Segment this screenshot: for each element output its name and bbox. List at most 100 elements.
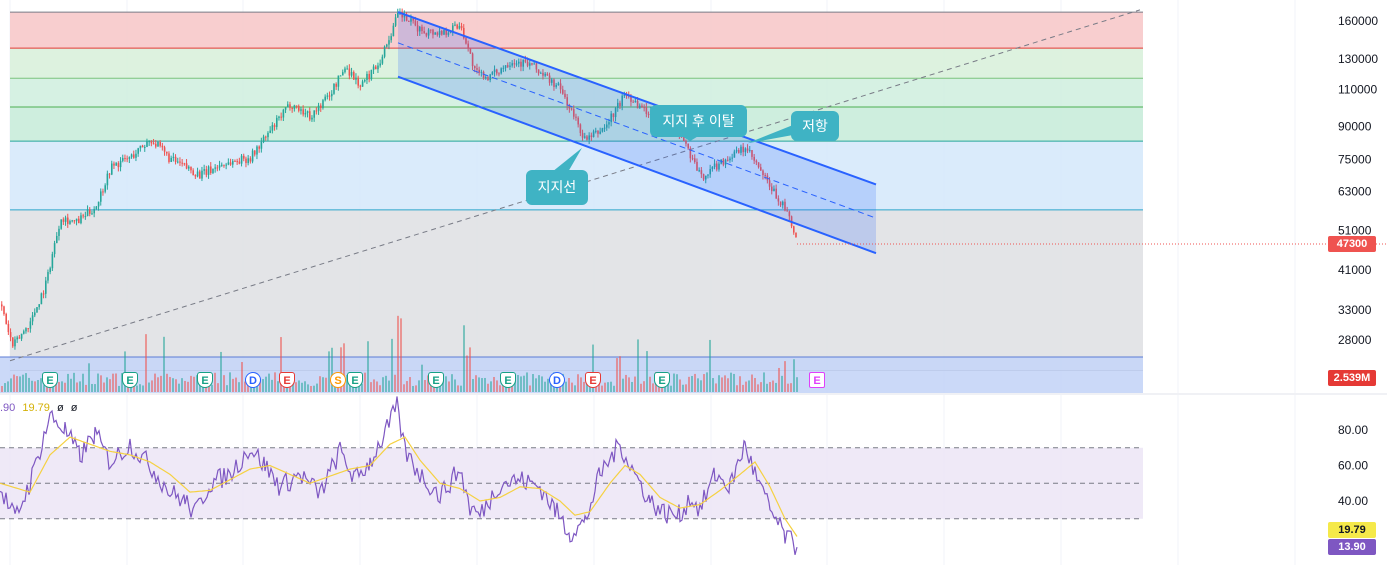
- volume-bar: [730, 372, 732, 392]
- candle-body: [300, 109, 302, 111]
- volume-bar: [10, 378, 12, 392]
- candle-body: [353, 72, 355, 80]
- candle-body: [111, 163, 113, 175]
- candle-body: [117, 163, 120, 168]
- candle-body: [251, 150, 254, 162]
- volume-bar: [772, 380, 774, 392]
- volume-bar: [733, 373, 735, 392]
- event-marker-e[interactable]: E: [197, 372, 213, 388]
- price-axis-tick: 110000: [1338, 83, 1377, 97]
- volume-bar: [193, 376, 195, 392]
- candle-body: [84, 216, 87, 218]
- volume-bar: [574, 385, 576, 392]
- volume-bar: [274, 372, 276, 392]
- callout-support-line[interactable]: 지지선: [526, 170, 588, 205]
- candle-body: [12, 337, 14, 347]
- rsi-legend-na1: ø: [56, 402, 64, 414]
- candle-body: [273, 125, 276, 127]
- volume-bar: [409, 377, 411, 392]
- event-marker-e[interactable]: E: [122, 372, 138, 388]
- volume-bar: [724, 375, 726, 392]
- event-marker-e[interactable]: E: [428, 372, 444, 388]
- volume-bar: [415, 385, 417, 392]
- callout-support-break[interactable]: 지지 후 이탈: [650, 105, 747, 137]
- candle-body: [337, 75, 340, 87]
- event-marker-e[interactable]: E: [347, 372, 363, 388]
- volume-bar: [100, 375, 102, 392]
- candle-body: [183, 163, 186, 165]
- event-marker-e[interactable]: E: [654, 372, 670, 388]
- volume-bar: [424, 380, 426, 392]
- event-marker-e[interactable]: E: [500, 372, 516, 388]
- event-marker-e[interactable]: E: [279, 372, 295, 388]
- volume-bar: [472, 379, 474, 392]
- candle-body: [141, 145, 144, 148]
- rsi-ma-tag: 19.79: [1328, 522, 1376, 538]
- volume-bar: [469, 347, 471, 392]
- callout-resistance[interactable]: 저항: [791, 111, 839, 141]
- candle-body: [793, 226, 795, 233]
- event-marker-e[interactable]: E: [42, 372, 58, 388]
- volume-bar: [373, 379, 375, 392]
- volume-bar: [229, 372, 231, 392]
- volume-bar: [166, 373, 168, 392]
- candle-body: [383, 46, 386, 57]
- candle-body: [262, 136, 265, 142]
- candle-body: [53, 243, 56, 255]
- candle-body: [359, 85, 362, 87]
- volume-bar: [793, 359, 795, 392]
- event-marker-e[interactable]: E: [585, 372, 601, 388]
- event-marker-d[interactable]: D: [245, 372, 261, 388]
- price-axis-tick: 160000: [1338, 14, 1378, 28]
- candle-body: [229, 162, 232, 165]
- candle-body: [377, 65, 379, 70]
- candle-body: [381, 56, 384, 64]
- volume-bar: [568, 378, 570, 392]
- candle-body: [289, 104, 291, 108]
- candle-body: [348, 68, 351, 76]
- candle-body: [122, 157, 124, 161]
- candle-body: [163, 147, 166, 152]
- candle-body: [388, 40, 390, 45]
- candle-body: [386, 44, 388, 47]
- last-price-tag: 47300: [1328, 236, 1376, 252]
- candle-body: [317, 105, 320, 111]
- candle-body: [89, 209, 91, 214]
- candle-body: [157, 142, 159, 147]
- volume-bar: [466, 355, 468, 392]
- candle-body: [370, 69, 373, 80]
- event-marker-future[interactable]: E: [809, 372, 825, 388]
- volume-bar: [538, 375, 540, 392]
- candle-body: [331, 93, 333, 97]
- candle-body: [282, 109, 285, 118]
- candle-body: [42, 293, 45, 295]
- candle-body: [49, 268, 51, 273]
- volume-bar: [685, 384, 687, 392]
- volume-bar: [265, 376, 267, 392]
- volume-bar: [154, 373, 156, 392]
- candle-body: [214, 167, 216, 169]
- candle-body: [375, 66, 377, 70]
- volume-bar: [301, 382, 303, 392]
- candle-body: [115, 163, 117, 166]
- candle-body: [295, 105, 298, 107]
- event-marker-s[interactable]: S: [330, 372, 346, 388]
- volume-bar: [304, 381, 306, 392]
- candle-body: [267, 132, 269, 138]
- volume-bar: [454, 379, 456, 392]
- volume-bar: [517, 375, 519, 392]
- volume-bar: [679, 379, 681, 392]
- rsi-pane: [0, 396, 1143, 555]
- event-marker-d[interactable]: D: [549, 372, 565, 388]
- candle-body: [324, 96, 326, 101]
- candle-body: [364, 79, 366, 82]
- candle-body: [62, 219, 65, 222]
- candle-body: [256, 146, 258, 155]
- volume-bar: [790, 383, 792, 392]
- candle-body: [212, 168, 214, 173]
- volume-bar: [763, 372, 765, 392]
- candle-body: [40, 293, 43, 305]
- volume-bar: [583, 381, 585, 392]
- volume-bar: [523, 375, 525, 392]
- volume-bar: [721, 377, 723, 392]
